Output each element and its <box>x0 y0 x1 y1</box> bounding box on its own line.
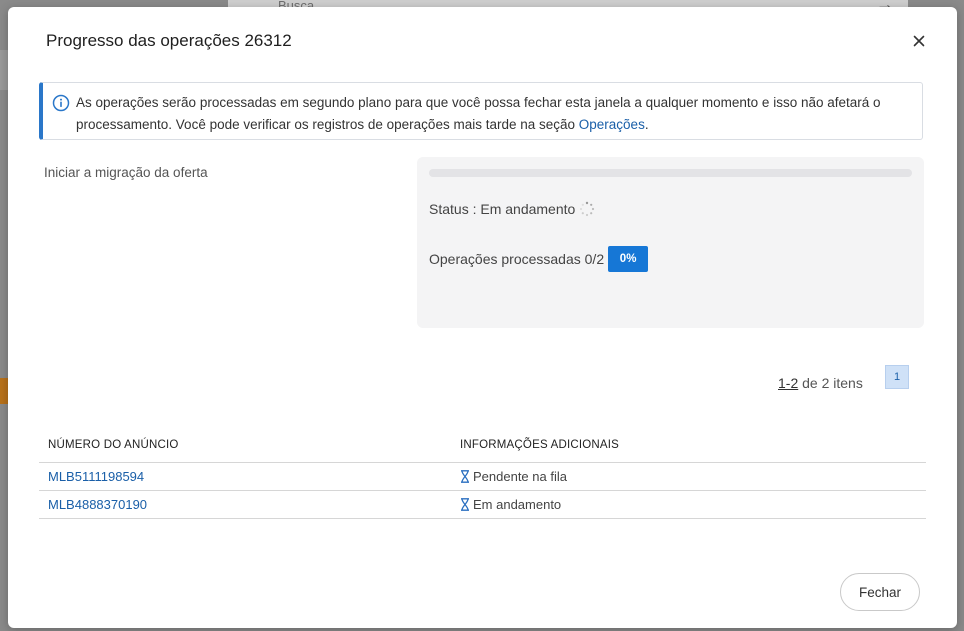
pagination-range: 1-2 <box>778 375 799 391</box>
step-label: Iniciar a migração da oferta <box>44 165 208 180</box>
listing-cell: MLB4888370190 <box>39 497 460 512</box>
loading-spinner-icon <box>580 201 595 217</box>
column-header-info: INFORMAÇÕES ADICIONAIS <box>460 438 620 451</box>
background-accent-bar <box>0 378 8 404</box>
column-header-listing: NÚMERO DO ANÚNCIO <box>48 438 179 451</box>
info-cell: Pendente na fila <box>460 469 567 484</box>
info-text: As operações serão processadas em segund… <box>76 95 881 132</box>
listing-link[interactable]: MLB4888370190 <box>48 497 147 512</box>
hourglass-icon <box>461 498 469 511</box>
operations-processed-line: Operações processadas 0/2 0% <box>429 246 649 272</box>
percent-badge: 0% <box>608 246 649 272</box>
fechar-button[interactable]: Fechar <box>840 573 920 611</box>
info-text-end: . <box>644 117 649 132</box>
operations-processed-text: Operações processadas 0/2 <box>429 251 605 267</box>
modal-title: Progresso das operações 26312 <box>46 31 292 50</box>
operations-table: NÚMERO DO ANÚNCIO INFORMAÇÕES ADICIONAIS… <box>39 427 926 519</box>
info-status-text: Em andamento <box>473 497 562 512</box>
info-icon <box>52 94 70 112</box>
progress-panel: Status : Em andamento Operações processa… <box>417 157 924 328</box>
close-icon <box>913 35 925 47</box>
close-button[interactable] <box>909 31 929 51</box>
info-cell: Em andamento <box>460 497 561 512</box>
pagination-total: de 2 itens <box>798 375 863 391</box>
operations-link[interactable]: Operações <box>579 117 645 132</box>
info-banner: As operações serão processadas em segund… <box>39 82 923 140</box>
listing-link[interactable]: MLB5111198594 <box>48 469 144 484</box>
status-text: Status : Em andamento <box>429 201 576 217</box>
progress-bar <box>429 169 912 177</box>
operations-progress-modal: Progresso das operações 26312 As operaçõ… <box>8 7 957 628</box>
table-header: NÚMERO DO ANÚNCIO INFORMAÇÕES ADICIONAIS <box>39 427 926 463</box>
table-row: MLB5111198594 Pendente na fila <box>39 463 926 491</box>
listing-cell: MLB5111198594 <box>39 469 460 484</box>
table-row: MLB4888370190 Em andamento <box>39 491 926 519</box>
hourglass-icon <box>461 470 469 483</box>
info-status-text: Pendente na fila <box>473 469 567 484</box>
status-line: Status : Em andamento <box>429 201 595 217</box>
background-panel <box>0 50 8 90</box>
page-button-1[interactable]: 1 <box>885 365 909 389</box>
info-message: As operações serão processadas em segund… <box>76 92 902 136</box>
pagination-summary: 1-2 de 2 itens <box>778 375 863 391</box>
